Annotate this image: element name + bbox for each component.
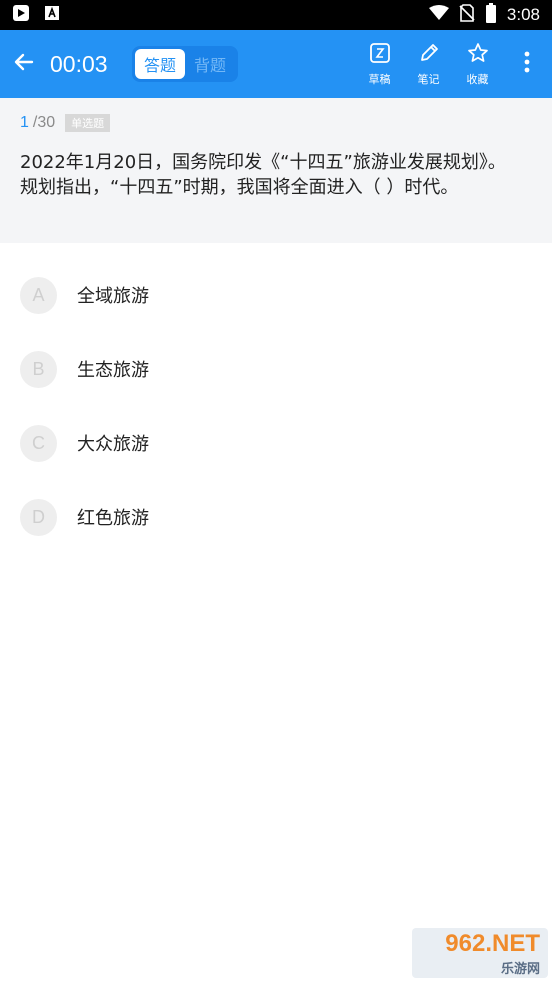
question-panel: 1 /30 单选题 2022年1月20日，国务院印发《“十四五”旅游业发展规划》… [0,98,552,243]
star-icon [467,42,489,68]
option-text: 红色旅游 [77,508,149,529]
question-total: /30 [32,114,56,131]
more-vert-icon [524,51,530,77]
elapsed-timer: 00:03 [50,50,108,77]
option-key: C [20,424,57,462]
toolbar: 草稿 笔记 收藏 [355,42,552,87]
note-label: 笔记 [417,72,440,86]
no-sim-icon [459,4,475,26]
option-b[interactable]: B 生态旅游 [0,332,552,406]
favorite-label: 收藏 [466,72,489,86]
back-button[interactable] [0,30,48,98]
tab-recite-mode[interactable]: 背题 [185,49,235,79]
draft-icon [369,42,391,68]
option-text: 大众旅游 [77,434,149,455]
battery-icon [485,3,497,27]
tab-answer-mode[interactable]: 答题 [135,49,185,79]
app-bar: 00:03 答题 背题 草稿 笔记 收藏 [0,30,552,98]
play-store-notification-icon [12,4,30,26]
watermark-domain: 962.NET [445,929,540,957]
option-key: D [20,498,57,536]
mode-switch: 答题 背题 [132,46,238,82]
question-type-badge: 单选题 [65,114,111,132]
question-text: 2022年1月20日，国务院印发《“十四五”旅游业发展规划》。规划指出，“十四五… [20,152,506,198]
clock-time: 3:08 [506,5,540,24]
pencil-icon [418,42,440,68]
option-key: A [20,276,57,314]
status-bar: 3:08 [0,0,552,30]
option-text: 全域旅游 [77,286,149,307]
question-number: 1 [20,114,29,131]
wifi-icon [428,5,449,25]
favorite-button[interactable]: 收藏 [453,42,502,87]
option-a[interactable]: A 全域旅游 [0,258,552,332]
draft-button[interactable]: 草稿 [355,42,404,87]
options-list: A 全域旅游 B 生态旅游 C 大众旅游 D 红色旅游 [0,258,552,554]
option-text: 生态旅游 [77,360,149,381]
text-app-notification-icon [44,5,60,25]
option-d[interactable]: D 红色旅游 [0,480,552,554]
question-meta: 1 /30 单选题 [20,114,111,132]
arrow-back-icon [12,50,36,78]
option-c[interactable]: C 大众旅游 [0,406,552,480]
watermark-logo: 962.NET 乐游网 [412,928,548,978]
note-button[interactable]: 笔记 [404,42,453,87]
watermark-site-name: 乐游网 [500,961,540,977]
option-key: B [20,350,57,388]
draft-label: 草稿 [368,72,391,86]
more-options-button[interactable] [502,51,552,77]
